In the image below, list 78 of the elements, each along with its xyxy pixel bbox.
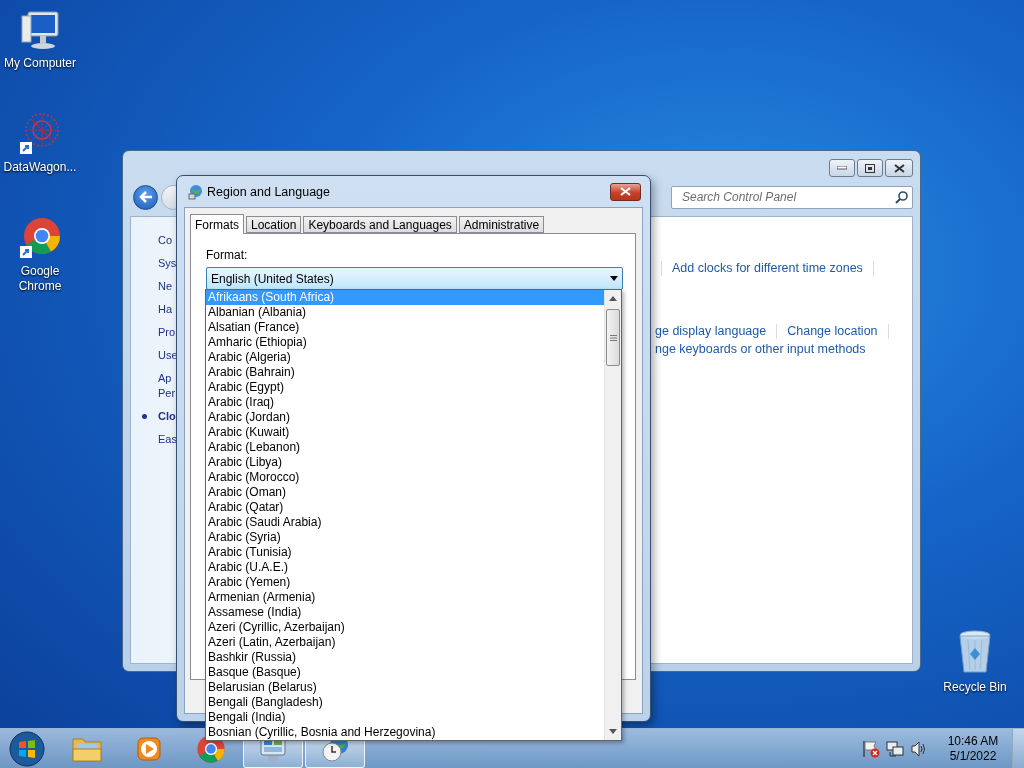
clock-time[interactable]: 10:46 AM	[947, 733, 999, 749]
format-dropdown[interactable]: English (United States)	[206, 267, 623, 290]
field-label: Format:	[206, 248, 249, 263]
close-icon	[893, 163, 905, 173]
dropdown-option[interactable]: Assamese (India)	[206, 605, 604, 620]
dropdown-option[interactable]: Amharic (Ethiopia)	[206, 335, 604, 350]
dropdown-option[interactable]: Alsatian (France)	[206, 320, 604, 335]
windows-orb-icon	[9, 730, 45, 767]
task-link[interactable]: Add clocks for different time zones	[672, 261, 863, 275]
desktop-icon-label[interactable]: DataWagon...	[1, 160, 79, 175]
dropdown-option[interactable]: Arabic (Tunisia)	[206, 545, 604, 560]
speaker-icon	[910, 739, 928, 758]
dropdown-option[interactable]: Bashkir (Russia)	[206, 650, 604, 665]
tab[interactable]: Formats	[190, 214, 244, 234]
dropdown-option[interactable]: Arabic (Libya)	[206, 455, 604, 470]
dropdown-option[interactable]: Arabic (Morocco)	[206, 470, 604, 485]
dropdown-option[interactable]: Arabic (Algeria)	[206, 350, 604, 365]
task-link[interactable]: nge keyboards or other input methods	[655, 342, 866, 356]
dropdown-option[interactable]: Albanian (Albania)	[206, 305, 604, 320]
dropdown-option[interactable]: Arabic (Kuwait)	[206, 425, 604, 440]
close-icon	[620, 187, 631, 196]
back-arrow-icon	[138, 191, 153, 203]
dropdown-option[interactable]: Armenian (Armenia)	[206, 590, 604, 605]
flag-icon	[862, 739, 880, 758]
search-box[interactable]: Search Control Panel	[671, 185, 913, 209]
globe-icon	[187, 183, 203, 200]
close-button[interactable]	[610, 182, 641, 201]
network-icon	[886, 739, 904, 758]
minimize-icon	[837, 166, 847, 170]
minimize-button[interactable]	[829, 159, 855, 177]
dropdown-option[interactable]: Arabic (Qatar)	[206, 500, 604, 515]
dropdown-option[interactable]: Arabic (Egypt)	[206, 380, 604, 395]
maximize-button[interactable]	[857, 159, 883, 177]
caret-icon	[610, 276, 618, 281]
up-arrow-icon	[609, 296, 617, 301]
dropdown-option[interactable]: Arabic (Bahrain)	[206, 365, 604, 380]
dropdown-option[interactable]: Azeri (Latin, Azerbaijan)	[206, 635, 604, 650]
tray-button[interactable]	[886, 739, 904, 758]
task-link[interactable]: ge display language	[655, 324, 767, 338]
bullet-icon	[142, 414, 147, 419]
media-player-icon	[135, 734, 163, 763]
search-icon	[895, 190, 908, 204]
back-button[interactable]	[133, 184, 158, 210]
clock-date[interactable]: 5/1/2022	[949, 748, 997, 764]
star-pattern-icon	[18, 112, 62, 156]
dropdown-option[interactable]: Arabic (U.A.E.)	[206, 560, 604, 575]
dropdown-option[interactable]: Arabic (Lebanon)	[206, 440, 604, 455]
chrome-icon	[18, 216, 62, 260]
dropdown-option[interactable]: Belarusian (Belarus)	[206, 680, 604, 695]
down-arrow-icon	[609, 729, 617, 734]
tray-button[interactable]	[862, 739, 880, 758]
computer-icon	[18, 8, 62, 52]
dropdown-option[interactable]: Arabic (Jordan)	[206, 410, 604, 425]
search-field[interactable]: Search Control Panel	[680, 189, 895, 205]
dropdown-option[interactable]: Bengali (Bangladesh)	[206, 695, 604, 710]
task-link[interactable]: Change location	[787, 324, 878, 338]
dropdown-option[interactable]: Arabic (Saudi Arabia)	[206, 515, 604, 530]
tab[interactable]: Location	[246, 216, 302, 233]
desktop-icon-label[interactable]: My Computer	[1, 56, 79, 71]
tab[interactable]: Administrative	[458, 216, 545, 233]
maximize-icon	[865, 163, 875, 173]
dropdown-option[interactable]: Arabic (Yemen)	[206, 575, 604, 590]
dropdown-option[interactable]: Bengali (India)	[206, 710, 604, 725]
dropdown-option[interactable]: Arabic (Syria)	[206, 530, 604, 545]
dropdown-option[interactable]: Arabic (Iraq)	[206, 395, 604, 410]
close-button[interactable]	[885, 159, 913, 177]
tab[interactable]: Keyboards and Languages	[303, 216, 457, 233]
dialog-title: Region and Language	[207, 184, 331, 199]
dropdown-option[interactable]: Basque (Basque)	[206, 665, 604, 680]
scroll-thumb[interactable]	[606, 309, 620, 366]
dropdown-option[interactable]: Azeri (Cyrillic, Azerbaijan)	[206, 620, 604, 635]
tray-button[interactable]	[910, 739, 928, 758]
dropdown-option[interactable]: Arabic (Oman)	[206, 485, 604, 500]
desktop-icon-label[interactable]: Recycle Bin	[936, 680, 1014, 695]
scrollbar[interactable]	[604, 290, 621, 740]
desktop-icon-label[interactable]: Google Chrome	[1, 264, 79, 294]
dropdown-option[interactable]: Bosnian (Cyrillic, Bosnia and Herzegovina)	[206, 725, 604, 740]
grip-icon	[609, 334, 617, 341]
